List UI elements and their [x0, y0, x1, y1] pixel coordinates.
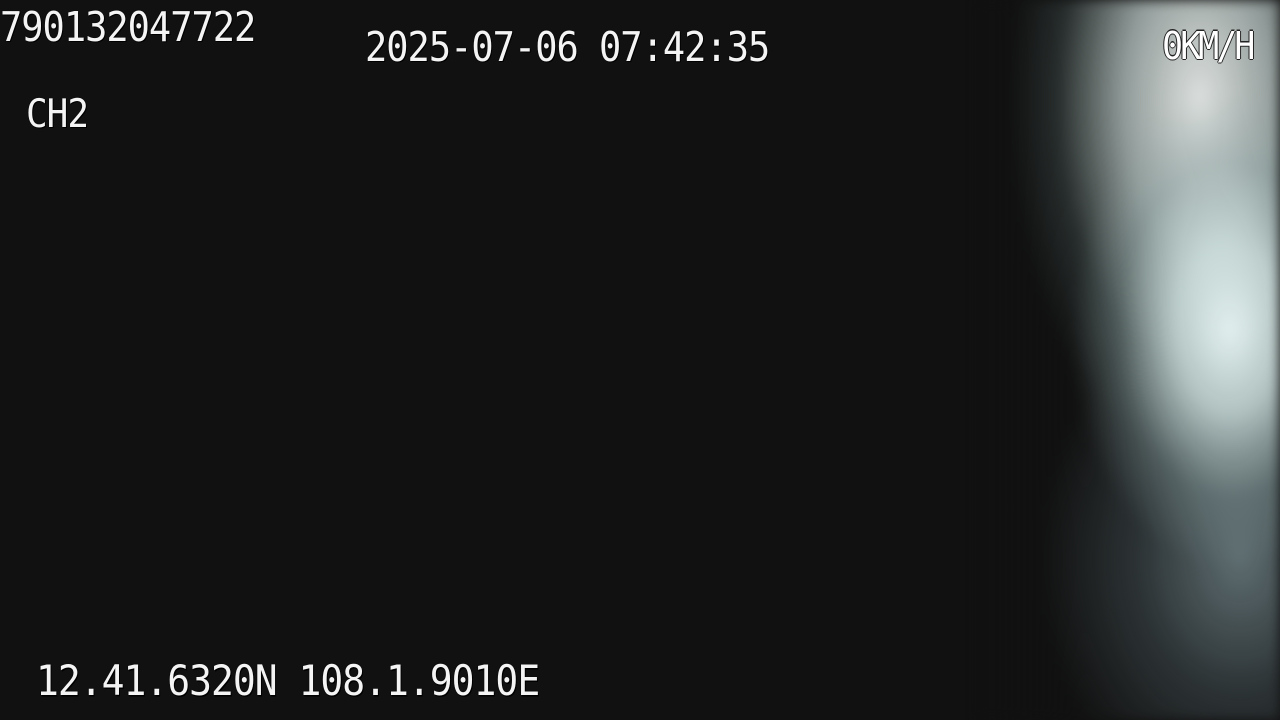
gps-coordinates-overlay: 12.41.6320N 108.1.9010E	[36, 656, 540, 706]
device-id-overlay: 790132047722	[0, 3, 256, 51]
light-spill	[980, 0, 1280, 720]
speed-overlay: 0KM/H	[1162, 24, 1255, 69]
timestamp-overlay: 2025-07-06 07:42:35	[365, 23, 770, 71]
camera-frame: 790132047722 2025-07-06 07:42:35 CH2 0KM…	[0, 0, 1280, 720]
channel-overlay: CH2	[26, 91, 89, 137]
